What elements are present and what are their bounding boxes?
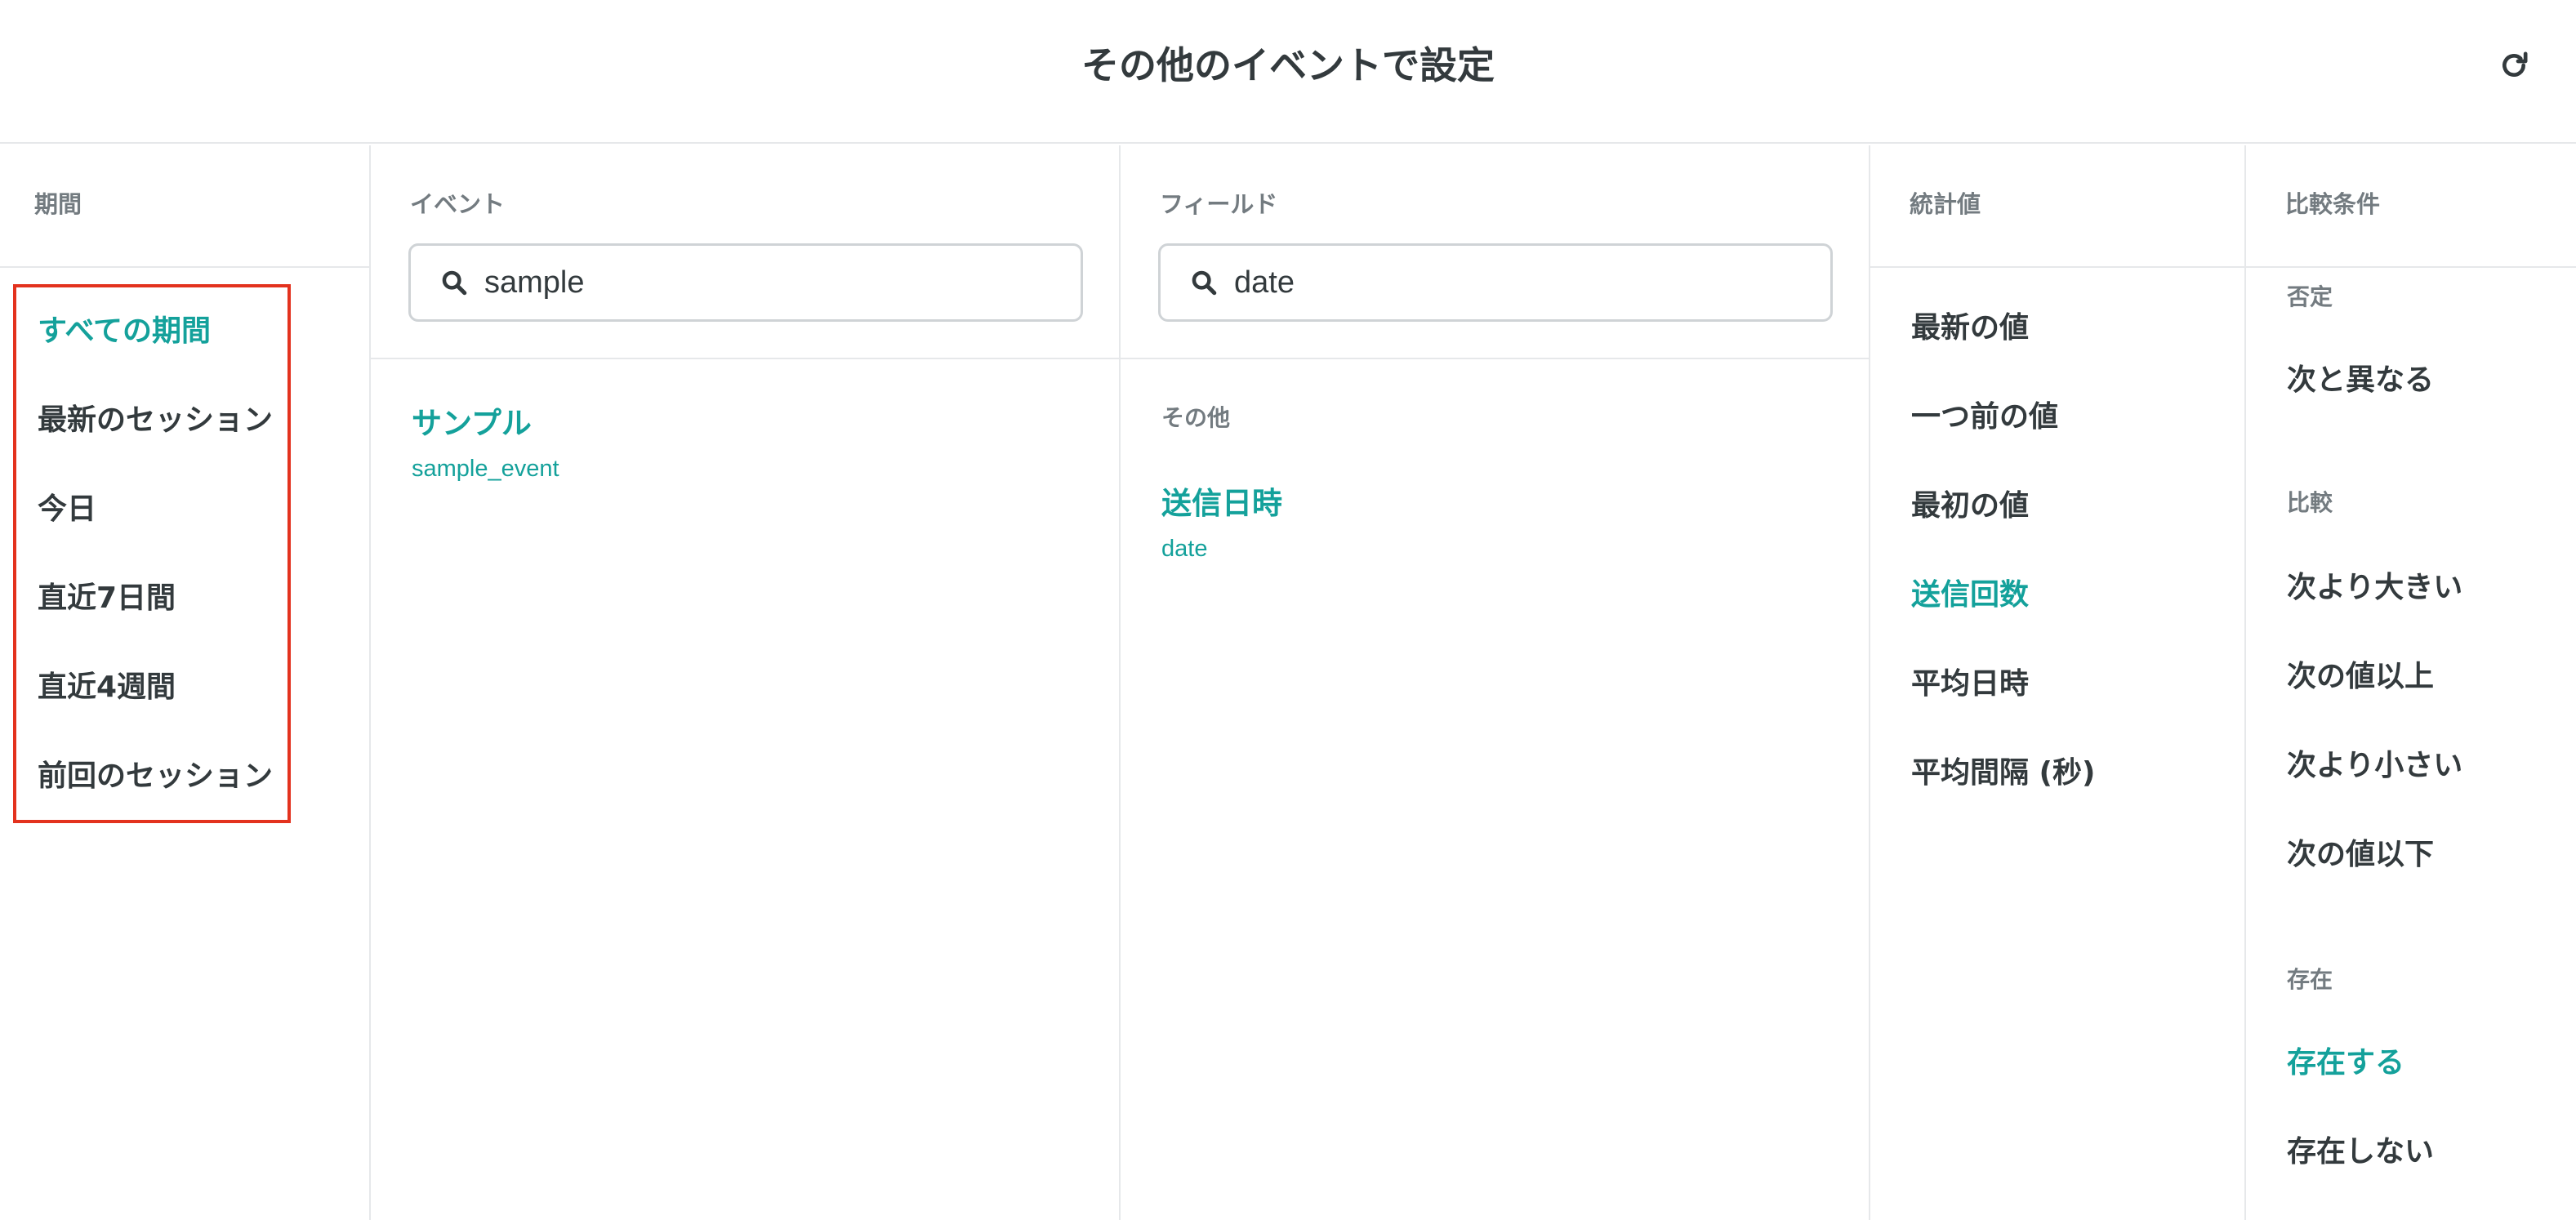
stat-item-avg-interval[interactable]: 平均間隔 (秒) bbox=[1911, 754, 2095, 793]
compare-group-comparison: 比較 bbox=[2287, 489, 2333, 516]
period-list: すべての期間 最新のセッション 今日 直近7日間 直近4週間 前回のセッション bbox=[13, 284, 291, 823]
field-result-name[interactable]: 送信日時 bbox=[1161, 483, 1282, 524]
event-search-input[interactable] bbox=[484, 265, 1056, 301]
field-header: フィールド bbox=[1121, 145, 1869, 359]
period-item-previous-session[interactable]: 前回のセッション bbox=[38, 757, 273, 796]
search-icon bbox=[442, 270, 467, 296]
event-result-id: sample_event bbox=[412, 456, 559, 482]
compare-item-less-or-equal[interactable]: 次の値以下 bbox=[2287, 835, 2434, 875]
event-search-box[interactable] bbox=[408, 243, 1083, 322]
event-label: イベント bbox=[410, 190, 506, 218]
condition-editor: その他のイベントで設定 期間 すべての期間 最新のセッション 今日 直近7日間 … bbox=[0, 0, 2576, 1220]
compare-group-negation: 否定 bbox=[2287, 283, 2333, 310]
stat-header: 統計値 bbox=[1870, 145, 2244, 268]
period-column: 期間 すべての期間 最新のセッション 今日 直近7日間 直近4週間 前回のセッシ… bbox=[0, 145, 371, 1220]
stat-item-avg-datetime[interactable]: 平均日時 bbox=[1911, 665, 2029, 704]
compare-item-greater-than[interactable]: 次より大きい bbox=[2287, 568, 2462, 608]
field-label: フィールド bbox=[1160, 190, 1278, 218]
event-header: イベント bbox=[371, 145, 1119, 359]
refresh-button[interactable] bbox=[2491, 42, 2537, 88]
compare-item-exists[interactable]: 存在する bbox=[2287, 1044, 2404, 1083]
compare-item-not-exists[interactable]: 存在しない bbox=[2287, 1133, 2434, 1172]
compare-item-not-equal[interactable]: 次と異なる bbox=[2287, 361, 2434, 400]
stat-item-count[interactable]: 送信回数 bbox=[1911, 576, 2029, 615]
compare-header: 比較条件 bbox=[2246, 145, 2576, 268]
page-title: その他のイベントで設定 bbox=[1081, 43, 1495, 87]
compare-item-less-than[interactable]: 次より小さい bbox=[2287, 746, 2462, 786]
stat-item-previous[interactable]: 一つ前の値 bbox=[1911, 398, 2058, 437]
stat-item-first[interactable]: 最初の値 bbox=[1911, 487, 2029, 526]
field-result-id: date bbox=[1161, 536, 1208, 562]
period-item-last-4-weeks[interactable]: 直近4週間 bbox=[38, 668, 176, 707]
field-search-input[interactable] bbox=[1234, 265, 1806, 301]
period-item-all[interactable]: すべての期間 bbox=[38, 312, 211, 351]
compare-item-greater-or-equal[interactable]: 次の値以上 bbox=[2287, 657, 2434, 697]
refresh-icon bbox=[2502, 51, 2528, 77]
compare-label: 比較条件 bbox=[2285, 190, 2381, 218]
stat-item-latest[interactable]: 最新の値 bbox=[1911, 309, 2029, 348]
compare-group-existence: 存在 bbox=[2287, 966, 2333, 993]
event-column: イベント サンプル sample_event bbox=[371, 145, 1121, 1220]
header: その他のイベントで設定 bbox=[0, 0, 2576, 144]
period-item-last-7-days[interactable]: 直近7日間 bbox=[38, 579, 176, 618]
period-item-today[interactable]: 今日 bbox=[38, 490, 96, 529]
field-group-label: その他 bbox=[1161, 404, 1231, 431]
stat-label: 統計値 bbox=[1910, 190, 1981, 218]
compare-column: 比較条件 否定 次と異なる 比較 次より大きい 次の値以上 次より小さい 次の値… bbox=[2246, 145, 2576, 1220]
period-header: 期間 bbox=[0, 145, 369, 268]
period-item-latest-session[interactable]: 最新のセッション bbox=[38, 401, 273, 440]
field-search-box[interactable] bbox=[1158, 243, 1833, 322]
field-column: フィールド その他 送信日時 date bbox=[1121, 145, 1870, 1220]
search-icon bbox=[1192, 270, 1217, 296]
event-result-name[interactable]: サンプル bbox=[412, 403, 532, 444]
stat-column: 統計値 最新の値 一つ前の値 最初の値 送信回数 平均日時 平均間隔 (秒) bbox=[1870, 145, 2246, 1220]
period-label: 期間 bbox=[34, 190, 82, 218]
